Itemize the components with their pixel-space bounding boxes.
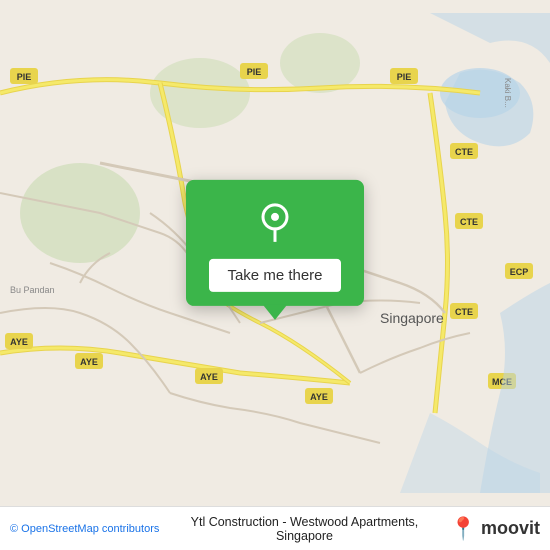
svg-text:ECP: ECP (510, 267, 529, 277)
svg-text:PIE: PIE (247, 67, 262, 77)
moovit-pin-icon: 📍 (450, 516, 477, 542)
place-info: Ytl Construction - Westwood Apartments, … (167, 515, 441, 543)
attribution-symbol: © (10, 523, 18, 535)
svg-text:CTE: CTE (455, 307, 473, 317)
svg-text:AYE: AYE (310, 392, 328, 402)
svg-text:AYE: AYE (200, 372, 218, 382)
moovit-logo: 📍 moovit (450, 516, 540, 542)
svg-text:Bu Pandan: Bu Pandan (10, 285, 55, 295)
app: PIE PIE PIE CTE CTE CTE (0, 0, 550, 550)
location-pin-icon (253, 198, 297, 249)
svg-text:AYE: AYE (80, 357, 98, 367)
svg-text:CTE: CTE (460, 217, 478, 227)
moovit-label: moovit (481, 518, 540, 539)
map-container: PIE PIE PIE CTE CTE CTE (0, 0, 550, 506)
attribution-text: OpenStreetMap contributors (21, 523, 159, 535)
svg-text:PIE: PIE (397, 72, 412, 82)
svg-text:Singapore: Singapore (380, 310, 444, 326)
map-attribution: © OpenStreetMap contributors (10, 523, 159, 535)
svg-text:PIE: PIE (17, 72, 32, 82)
svg-text:AYE: AYE (10, 337, 28, 347)
take-me-there-button[interactable]: Take me there (209, 259, 340, 292)
bottom-bar: © OpenStreetMap contributors Ytl Constru… (0, 506, 550, 550)
svg-text:Kaki B...: Kaki B... (503, 78, 512, 108)
svg-text:CTE: CTE (455, 147, 473, 157)
map-popup-card: Take me there (186, 180, 364, 306)
